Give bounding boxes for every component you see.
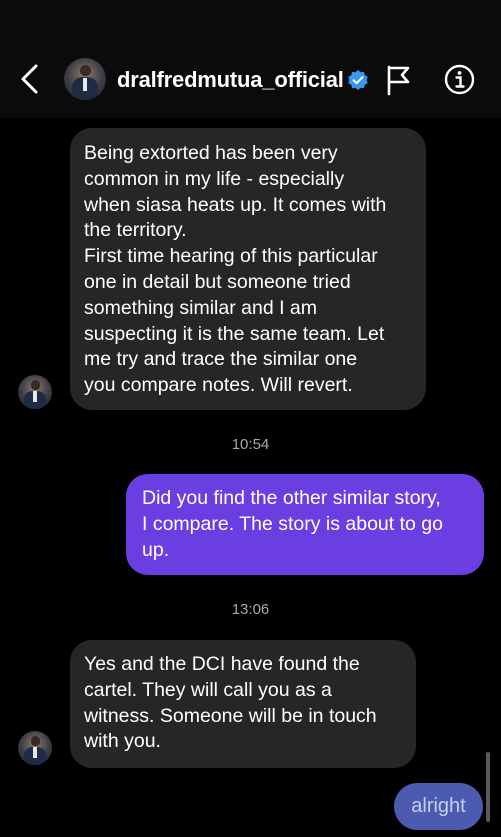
sender-avatar[interactable]	[18, 731, 52, 765]
scrollbar[interactable]	[486, 752, 490, 822]
info-icon[interactable]	[444, 64, 475, 95]
message-bubble-incoming[interactable]: Being extorted has been very common in m…	[70, 128, 426, 410]
message-bubble-outgoing[interactable]: Did you find the other similar story, I …	[126, 474, 484, 575]
sender-avatar[interactable]	[18, 375, 52, 409]
message-timestamp: 13:06	[231, 601, 270, 618]
message-timestamp: 10:54	[231, 436, 270, 453]
message-bubble-outgoing[interactable]: alright	[394, 783, 483, 830]
message-bubble-incoming[interactable]: Yes and the DCI have found the cartel. T…	[70, 640, 416, 768]
flag-icon[interactable]	[386, 64, 412, 96]
username[interactable]: dralfredmutua_official	[117, 67, 344, 93]
verified-badge-icon	[348, 70, 368, 90]
profile-avatar[interactable]	[64, 58, 106, 100]
chat-header: dralfredmutua_official	[0, 0, 501, 118]
chevron-left-icon[interactable]	[16, 62, 44, 96]
